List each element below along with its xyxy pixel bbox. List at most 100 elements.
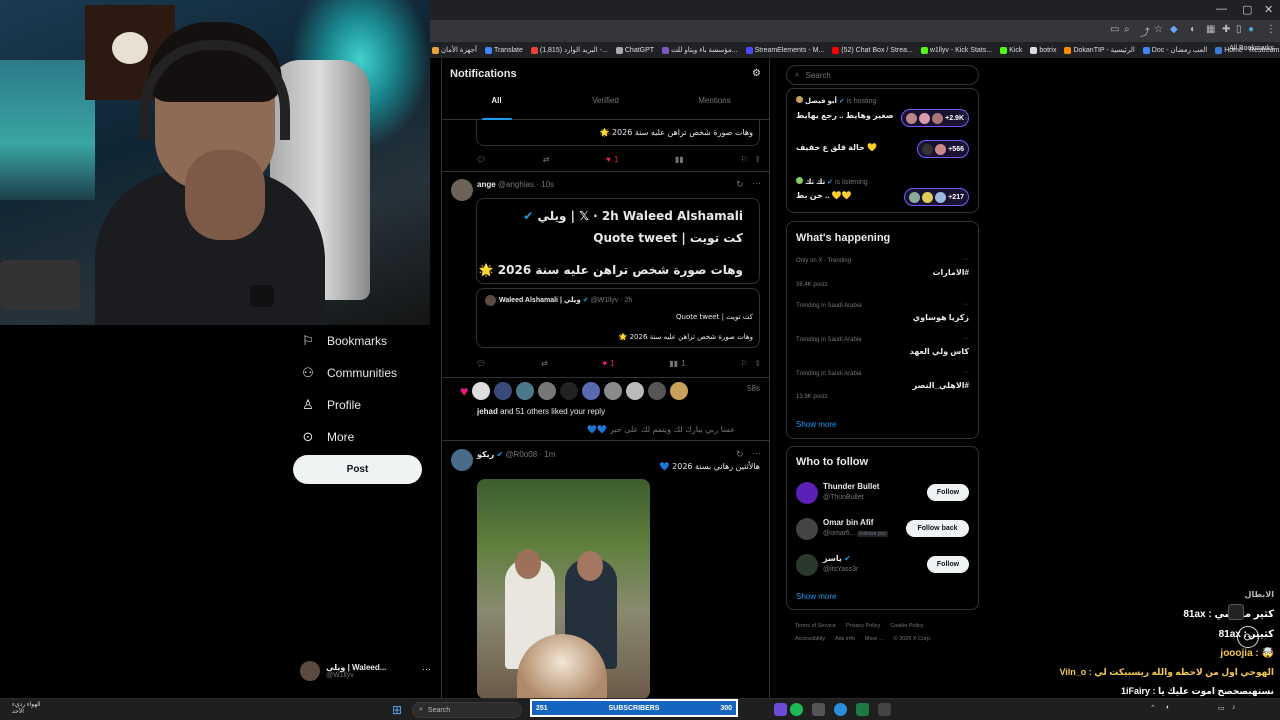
bookmark-item[interactable]: Translate [484,46,523,54]
follow-back-button[interactable]: Follow back [906,520,969,537]
suggestion-name[interactable]: ياسر [823,554,842,563]
bookmark-item[interactable]: (52) Chat Box / Strea... [832,46,913,54]
nav-bookmarks[interactable]: ⚐ Bookmarks [290,325,430,357]
repost-icon[interactable]: ⇄ [541,357,548,369]
follow-button[interactable]: Follow [927,484,969,501]
bookmark-item[interactable]: Doc - العب رمضان [1142,46,1207,54]
footer-link[interactable]: Privacy Policy [846,623,880,629]
trend-item[interactable]: #الاهلي_النصر [913,381,969,390]
bookmark-item[interactable]: أجهزة الأمان [432,46,477,54]
app-icon[interactable] [812,703,825,716]
bookmark-item[interactable]: DokanTIP - الرئيسية [1064,46,1135,54]
footer-link[interactable]: Cookie Policy [890,623,923,629]
weather-widget[interactable]: الهواء رديء الأحد [12,702,41,716]
more-options-icon[interactable]: ··· [962,301,969,308]
avatar[interactable] [670,382,689,400]
star-icon[interactable]: ☆ [1154,24,1163,35]
tweet-author[interactable]: ange [477,180,496,189]
spotify-icon[interactable] [790,703,803,716]
taskbar-search[interactable]: ⌕ Search [412,702,522,718]
reply-icon[interactable]: 💬︎ [476,153,486,165]
quoted-tweet-inner[interactable]: Waleed Alshamali | ويلي ✔ @W1llyv · 2h ك… [476,288,760,348]
footer-link[interactable]: Accessibility [795,636,825,642]
tab-mentions[interactable]: Mentions [660,96,769,120]
profile-avatar-icon[interactable]: ● [1248,24,1254,35]
tv-icon[interactable]: ▭ [1110,24,1119,35]
tray-chevron-icon[interactable]: ⌃ [1150,704,1156,712]
like-button[interactable]: ♥ 1 [602,357,614,369]
bookmark-item[interactable]: w1llyv - Kick Stats... [920,46,992,54]
avatar[interactable] [472,382,491,400]
suggestion-name[interactable]: Thunder Bullet [823,482,879,491]
sidepanel-icon[interactable]: ▯ [1236,24,1242,35]
volume-icon[interactable]: ♪ [1232,704,1236,711]
nav-communities[interactable]: ⚇ Communities [290,357,430,389]
nav-profile[interactable]: ♙ Profile [290,389,430,421]
footer-link[interactable]: More ... [865,636,884,642]
like-button[interactable]: ♥ 1 [606,153,618,165]
reply-icon[interactable]: 💬︎ [476,357,486,369]
more-options-icon[interactable]: ··· [422,664,431,674]
app-icon[interactable] [878,703,891,716]
trend-item[interactable]: #الامارات [933,268,970,277]
bookmark-item[interactable]: (1,815) البريد الوارد -... [530,46,608,54]
avatar[interactable] [560,382,579,400]
tweet-author[interactable]: ريكو [477,450,494,459]
post-button[interactable]: Post [293,455,422,484]
account-switcher[interactable]: ويلي | Waleed... @W1llyv ··· [300,658,435,684]
chat-refresh-icon[interactable]: ⟳ [1237,626,1259,648]
trend-item[interactable]: زكريا هوساوي [913,313,969,322]
tab-all[interactable]: All [442,96,551,120]
show-more-link[interactable]: Show more [796,592,836,601]
avatar[interactable] [796,482,818,504]
grok-icon[interactable]: ↻ [736,449,744,460]
bookmark-item[interactable]: StreamElements - M... [745,46,824,54]
space-item[interactable]: حالة قلق ع خفيف 💛 +566 [796,133,969,169]
avatar[interactable] [538,382,557,400]
follow-button[interactable]: Follow [927,556,969,573]
all-bookmarks-button[interactable]: All Bookmarks [1229,45,1274,52]
avatar[interactable] [582,382,601,400]
grok-icon[interactable]: ↻ [736,179,744,190]
tweet-photo[interactable] [477,479,650,698]
excel-icon[interactable] [856,703,869,716]
extension-icon[interactable]: ◆ [1170,24,1178,35]
trend-item[interactable]: كاس ولي العهد [910,347,969,356]
share-icon[interactable]: ⤴ [1140,24,1150,39]
more-options-icon[interactable]: ··· [752,178,761,188]
avatar[interactable] [516,382,535,400]
space-item[interactable]: تك تك ✔ is listening خن بط .. 💛💛 +217 [796,173,969,209]
show-more-link[interactable]: Show more [796,420,836,429]
app-icon[interactable] [774,703,787,716]
repost-icon[interactable]: ⇄ [543,153,550,165]
wifi-icon[interactable]: ▭ [1218,704,1225,712]
avatar[interactable] [626,382,645,400]
views-icon[interactable]: ▮▮ [675,153,684,165]
gear-icon[interactable]: ⚙ [752,68,761,79]
views-button[interactable]: ▮▮ 1 [669,357,685,369]
maximize-icon[interactable]: ▢ [1242,3,1252,16]
more-options-icon[interactable]: ··· [752,448,761,458]
extension-icon-3[interactable]: ▦ [1206,24,1215,35]
more-options-icon[interactable]: ··· [962,335,969,342]
avatar[interactable] [796,554,818,576]
zoom-icon[interactable]: ⌕ [1124,24,1130,35]
space-listeners[interactable]: +217 [904,188,969,206]
like-notification-text[interactable]: jehad and 51 others liked your reply [477,407,605,416]
space-listeners[interactable]: +566 [917,140,969,158]
avatar[interactable] [796,518,818,540]
puzzle-icon[interactable]: ✚ [1222,24,1230,35]
tweet-handle[interactable]: @anghias [498,180,534,189]
more-options-icon[interactable]: ··· [962,369,969,376]
bookmark-item[interactable]: botrix [1030,46,1056,54]
bookmark-item[interactable]: مؤسسة باء ويتاو للت... [662,46,738,54]
minimize-icon[interactable]: — [1216,3,1227,15]
search-input[interactable]: ⌕ Search [786,65,979,85]
avatar[interactable] [648,382,667,400]
avatar[interactable] [451,179,473,201]
bookmark-action-icon[interactable]: ⚐ ⇪ [740,357,761,369]
nav-more[interactable]: ⊙ More [290,421,430,453]
avatar[interactable] [451,449,473,471]
suggestion-name[interactable]: Omar bin Afif [823,518,873,527]
footer-link[interactable]: Ads info [835,636,855,642]
